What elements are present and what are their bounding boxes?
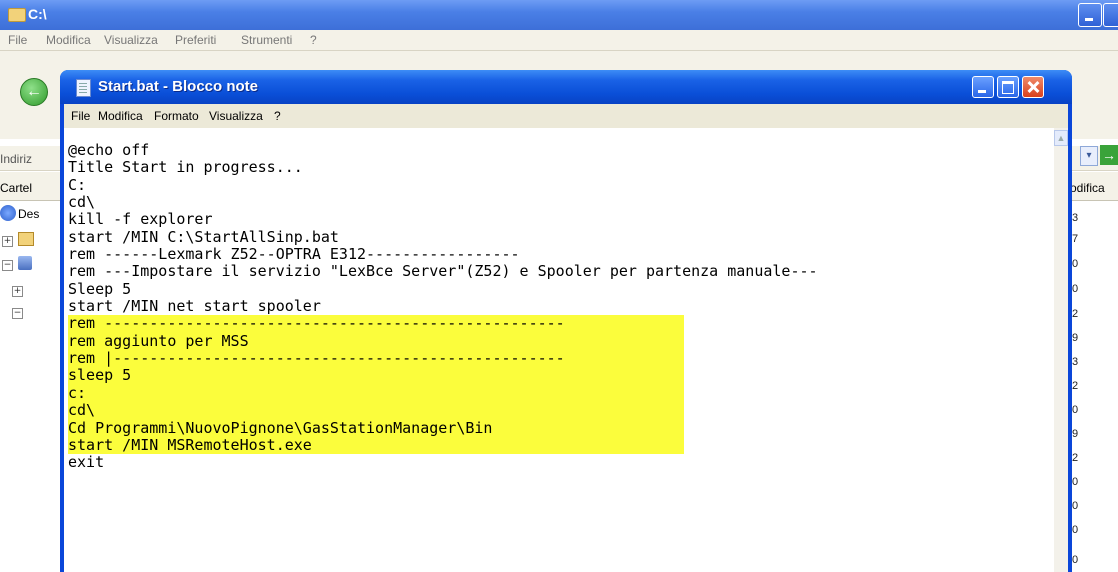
explorer-maximize-button[interactable]	[1103, 3, 1118, 27]
text-line: cd\	[68, 401, 1058, 420]
size-value: 0	[1072, 476, 1079, 488]
text-line-content: start /MIN net start spooler	[68, 297, 321, 316]
text-line-content: rem ---Impostare il servizio "LexBce Ser…	[68, 262, 818, 281]
tree-item-desktop[interactable]: Des	[18, 207, 39, 221]
text-content: @echo off Title Start in progress... C: cd\…	[68, 141, 1058, 472]
text-line: kill -f explorer	[68, 211, 1058, 228]
address-label: Indiriz	[0, 152, 33, 166]
text-line-content: rem ------------------------------------…	[68, 315, 684, 333]
menu-modifica[interactable]: Modifica	[98, 109, 143, 123]
notepad-window: Start.bat - Blocco note File Modifica Fo…	[60, 70, 1072, 572]
text-line-content: cd\	[68, 193, 96, 212]
vertical-scrollbar[interactable]	[1054, 128, 1068, 572]
expand-plus-icon[interactable]: +	[2, 236, 13, 247]
expand-plus-icon[interactable]: +	[12, 286, 23, 297]
text-line-content: @echo off	[68, 141, 150, 159]
text-line: Cd Programmi\NuovoPignone\GasStationMana…	[68, 419, 1058, 437]
scroll-up-icon[interactable]: ▲	[1054, 130, 1068, 146]
text-line: exit	[68, 454, 1058, 471]
size-value: 0	[1072, 524, 1079, 536]
address-dropdown-icon[interactable]: ▾	[1080, 146, 1098, 166]
size-value: 9	[1072, 332, 1079, 344]
explorer-menu-file[interactable]: File	[8, 33, 27, 47]
explorer-titlebar[interactable]: C:\	[0, 0, 1118, 30]
column-header-modified[interactable]: odifica	[1070, 181, 1105, 195]
minimize-button[interactable]	[972, 76, 994, 98]
text-line: rem |-----------------------------------…	[68, 349, 1058, 368]
text-line: C:	[68, 175, 1058, 194]
maximize-button[interactable]	[997, 76, 1019, 98]
size-value: 0	[1072, 554, 1079, 566]
text-line: Title Start in progress...	[68, 159, 1058, 176]
size-value: 0	[1072, 258, 1079, 270]
text-line: c:	[68, 384, 1058, 403]
size-value: 2	[1072, 452, 1079, 464]
explorer-menu-preferiti[interactable]: Preferiti	[175, 33, 216, 47]
back-arrow-icon[interactable]: ←	[20, 78, 48, 106]
text-line-content: C:	[68, 175, 87, 194]
notepad-menubar: File Modifica Formato Visualizza ?	[64, 104, 1068, 128]
menu-visualizza[interactable]: Visualizza	[209, 109, 263, 123]
folder-icon	[8, 8, 26, 22]
go-arrow-icon[interactable]: →	[1100, 145, 1118, 165]
text-line: start /MIN MSRemoteHost.exe	[68, 436, 1058, 455]
text-line-content: start /MIN C:\StartAllSinp.bat	[68, 227, 339, 246]
text-line: rem ---Impostare il servizio "LexBce Ser…	[68, 263, 1058, 280]
size-value: 7	[1072, 233, 1079, 245]
size-value: 2	[1072, 380, 1079, 392]
size-value: 2	[1072, 308, 1079, 320]
menu-formato[interactable]: Formato	[154, 109, 199, 123]
text-line: rem ------Lexmark Z52--OPTRA E312-------…	[68, 245, 1058, 264]
text-line-content: rem aggiunto per MSS	[68, 332, 684, 351]
text-line-content: c:	[68, 384, 684, 403]
size-value: 0	[1072, 283, 1079, 295]
folders-label: Cartel	[0, 181, 33, 195]
text-line-content: exit	[68, 453, 105, 472]
text-line-content: kill -f explorer	[68, 210, 213, 229]
text-line-content: cd\	[68, 401, 684, 420]
menu-file[interactable]: File	[71, 109, 90, 123]
explorer-menu-modifica[interactable]: Modifica	[46, 33, 91, 47]
size-value: 0	[1072, 404, 1079, 416]
desktop-icon	[0, 205, 16, 221]
text-line-content: Title Start in progress...	[68, 158, 303, 177]
explorer-menu-help[interactable]: ?	[310, 33, 317, 47]
text-line-content: rem ------Lexmark Z52--OPTRA E312-------…	[68, 245, 520, 264]
text-line-content: rem |-----------------------------------…	[68, 349, 684, 368]
notepad-title: Start.bat - Blocco note	[98, 78, 259, 95]
size-value: 9	[1072, 428, 1079, 440]
text-line: rem ------------------------------------…	[68, 315, 1058, 333]
size-value: 0	[1072, 500, 1079, 512]
notepad-titlebar[interactable]: Start.bat - Blocco note	[60, 70, 1072, 104]
explorer-title: C:\	[28, 6, 47, 22]
text-line: start /MIN C:\StartAllSinp.bat	[68, 227, 1058, 246]
notepad-text-area[interactable]: @echo off Title Start in progress... C: cd\…	[64, 128, 1068, 572]
menu-help[interactable]: ?	[274, 109, 281, 123]
documents-folder-icon	[18, 232, 34, 246]
text-line: sleep 5	[68, 367, 1058, 385]
close-button[interactable]	[1022, 76, 1044, 98]
text-line-content: Sleep 5	[68, 279, 132, 298]
notepad-document-icon	[76, 79, 91, 97]
explorer-menu-visualizza[interactable]: Visualizza	[104, 33, 158, 47]
text-line-content: start /MIN MSRemoteHost.exe	[68, 436, 684, 455]
explorer-minimize-button[interactable]	[1078, 3, 1102, 27]
explorer-menu-strumenti[interactable]: Strumenti	[241, 33, 292, 47]
text-line: start /MIN net start spooler	[68, 297, 1058, 316]
text-line-content: sleep 5	[68, 367, 684, 385]
collapse-minus-icon[interactable]: −	[12, 308, 23, 319]
text-line: @echo off	[68, 141, 1058, 159]
computer-icon	[18, 256, 32, 270]
text-line: cd\	[68, 193, 1058, 212]
explorer-menubar: File Modifica Visualizza Preferiti Strum…	[0, 30, 1118, 51]
size-value: 3	[1072, 356, 1079, 368]
collapse-minus-icon[interactable]: −	[2, 260, 13, 271]
text-line-content: Cd Programmi\NuovoPignone\GasStationMana…	[68, 419, 684, 437]
text-line: Sleep 5	[68, 279, 1058, 298]
size-value: 3	[1072, 212, 1079, 224]
text-line: rem aggiunto per MSS	[68, 332, 1058, 351]
